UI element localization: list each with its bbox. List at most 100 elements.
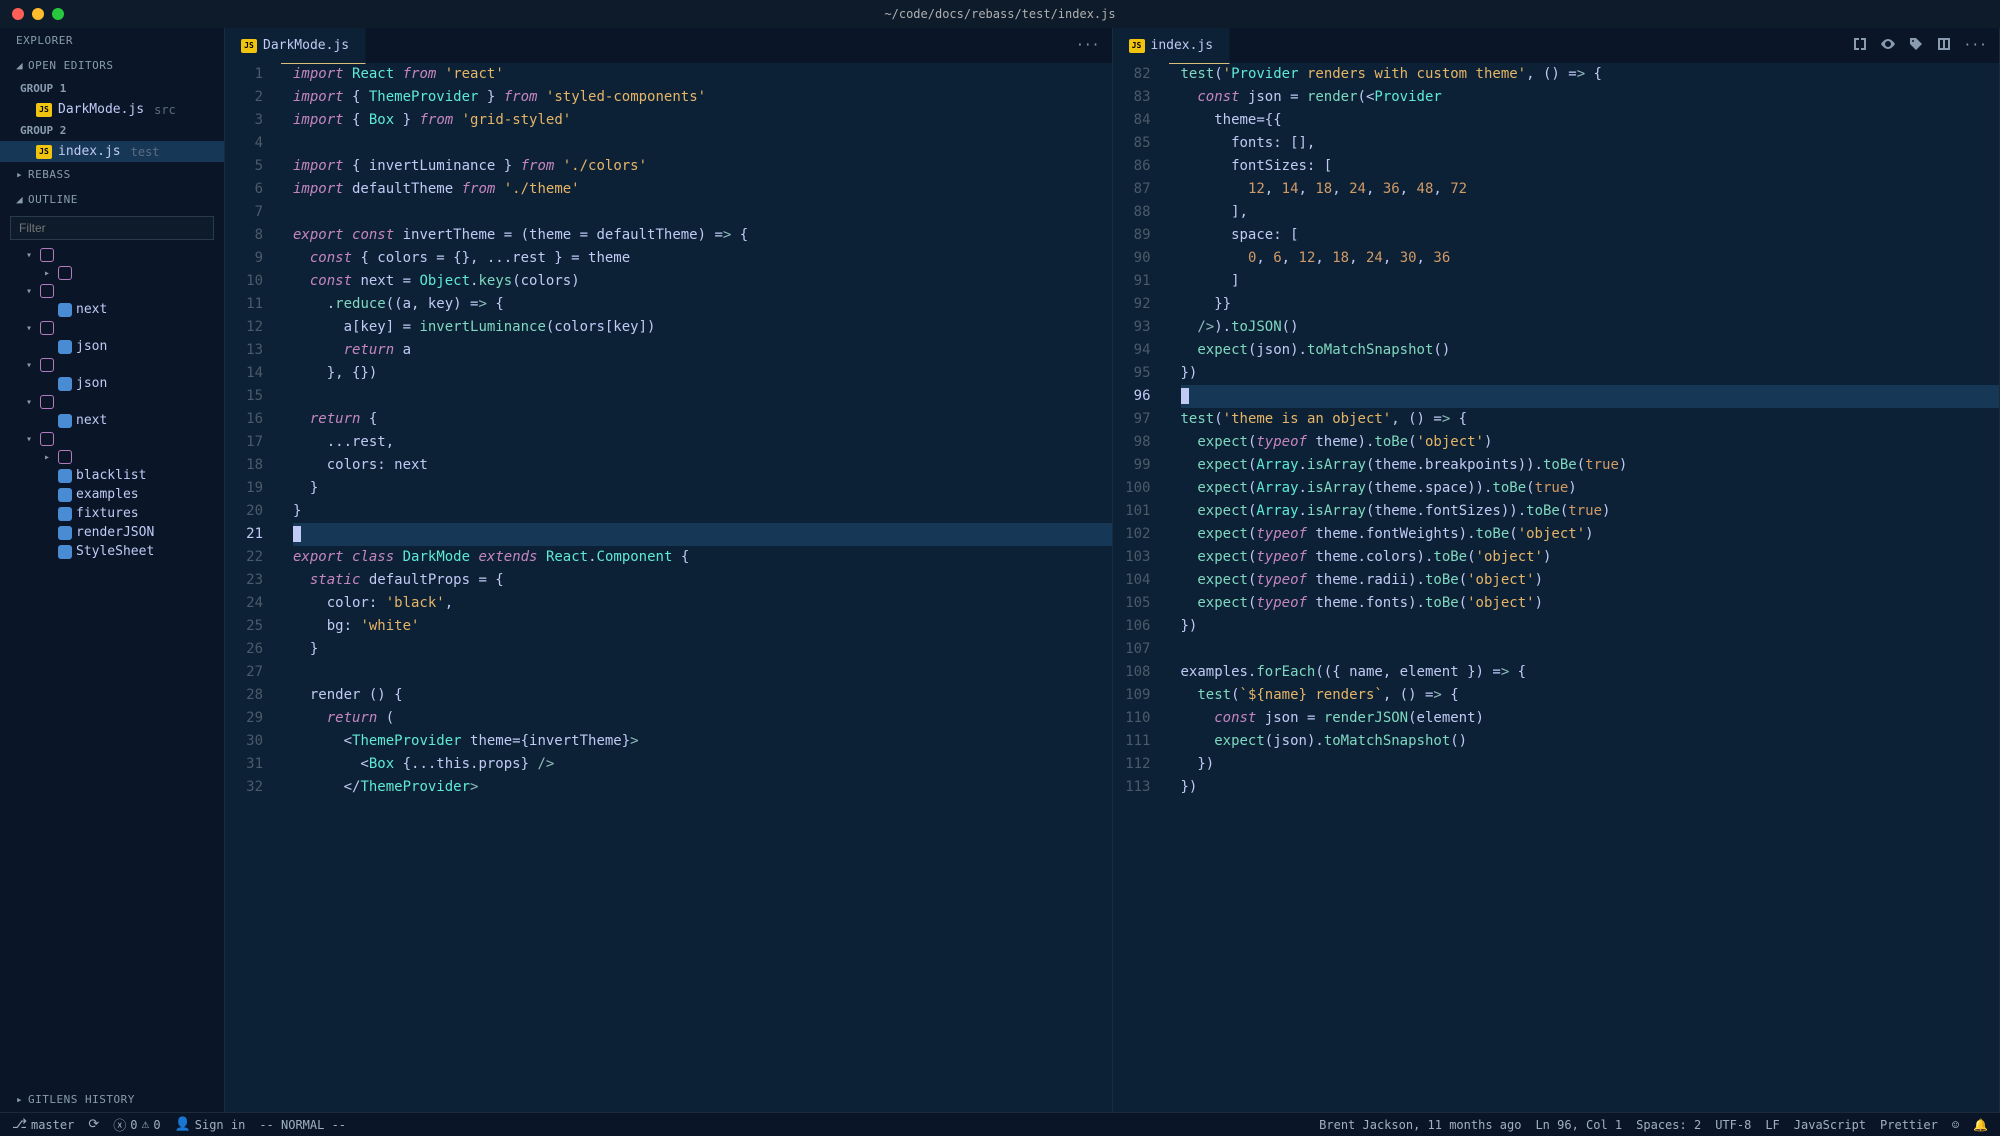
code-editor-left[interactable]: 1234567891011121314151617181920212223242…	[225, 63, 1112, 1112]
js-icon: JS	[241, 39, 257, 53]
variable-symbol-icon	[58, 377, 72, 391]
tab-darkmode[interactable]: JS DarkMode.js	[225, 28, 366, 64]
indent-status[interactable]: Spaces: 2	[1636, 1118, 1701, 1132]
rebass-label: REBASS	[28, 168, 71, 181]
errors-status[interactable]: ⓧ 0 ⚠ 0	[113, 1115, 160, 1134]
outline-label: json	[76, 339, 107, 354]
outline-label: blacklist	[76, 468, 146, 483]
chevron-down-icon: ◢	[16, 59, 24, 72]
function-symbol-icon	[40, 358, 54, 372]
branch-icon: ⎇	[12, 1117, 27, 1132]
sync-button[interactable]: ⟳	[88, 1117, 99, 1132]
file-name: DarkMode.js	[58, 102, 144, 117]
outline-item[interactable]: StyleSheet	[0, 542, 224, 561]
outline-item[interactable]: ▾	[0, 282, 224, 300]
tag-icon[interactable]	[1908, 36, 1924, 56]
code-editor-right[interactable]: 8283848586878889909192939495969798991001…	[1113, 63, 2000, 1112]
variable-symbol-icon	[58, 526, 72, 540]
variable-symbol-icon	[58, 303, 72, 317]
chevron-icon: ▾	[26, 397, 36, 408]
file-path: src	[154, 103, 176, 117]
more-actions-icon[interactable]: ···	[1964, 38, 1987, 53]
window-title: ~/code/docs/rebass/test/index.js	[884, 7, 1115, 21]
outline-item[interactable]: next	[0, 300, 224, 319]
function-symbol-icon	[40, 395, 54, 409]
outline-label: StyleSheet	[76, 544, 154, 559]
language-status[interactable]: JavaScript	[1794, 1118, 1866, 1132]
diff-icon[interactable]	[1852, 36, 1868, 56]
zoom-window-button[interactable]	[52, 8, 64, 20]
outline-item[interactable]: ▾	[0, 430, 224, 448]
git-branch[interactable]: ⎇ master	[12, 1117, 74, 1132]
outline-item[interactable]: blacklist	[0, 466, 224, 485]
function-symbol-icon	[40, 432, 54, 446]
tab-label: DarkMode.js	[263, 38, 349, 53]
js-icon: JS	[1129, 39, 1145, 53]
traffic-lights	[12, 8, 64, 20]
signin-button[interactable]: 👤 Sign in	[175, 1117, 246, 1132]
outline-item[interactable]: json	[0, 374, 224, 393]
warning-icon: ⚠	[142, 1117, 150, 1132]
close-window-button[interactable]	[12, 8, 24, 20]
split-icon[interactable]	[1936, 36, 1952, 56]
more-actions-icon[interactable]: ···	[1076, 38, 1099, 53]
chevron-icon: ▾	[26, 250, 36, 261]
group-2-label: GROUP 2	[0, 120, 224, 141]
tab-index[interactable]: JS index.js	[1113, 28, 1231, 64]
gitlens-header[interactable]: ▸ GITLENS HISTORY	[0, 1087, 224, 1112]
chevron-icon: ▾	[26, 323, 36, 334]
explorer-label: EXPLORER	[16, 34, 73, 47]
outline-item[interactable]: json	[0, 337, 224, 356]
outline-item[interactable]: ▾	[0, 356, 224, 374]
variable-symbol-icon	[58, 414, 72, 428]
outline-label: json	[76, 376, 107, 391]
tab-bar-right: JS index.js	[1113, 28, 2000, 63]
tab-bar-left: JS DarkMode.js ···	[225, 28, 1112, 63]
outline-item[interactable]: ▸	[0, 264, 224, 282]
editor-pane-right: JS index.js	[1113, 28, 2000, 1112]
file-name: index.js	[58, 144, 121, 159]
function-symbol-icon	[40, 321, 54, 335]
open-editor-file-2[interactable]: JS index.js test	[0, 141, 224, 162]
titlebar: ~/code/docs/rebass/test/index.js	[0, 0, 2000, 28]
minimize-window-button[interactable]	[32, 8, 44, 20]
editor-actions-right: ···	[1840, 28, 1999, 63]
outline-item[interactable]: ▾	[0, 393, 224, 411]
explorer-header[interactable]: EXPLORER	[0, 28, 224, 53]
open-editor-file-1[interactable]: JS DarkMode.js src	[0, 99, 224, 120]
bell-icon[interactable]: 🔔	[1973, 1118, 1988, 1132]
outline-item[interactable]: fixtures	[0, 504, 224, 523]
file-path: test	[131, 145, 160, 159]
outline-item[interactable]: ▾	[0, 246, 224, 264]
outline-item[interactable]: ▾	[0, 319, 224, 337]
js-icon: JS	[36, 145, 52, 159]
outline-label: next	[76, 302, 107, 317]
function-symbol-icon	[58, 266, 72, 280]
error-icon: ⓧ	[113, 1115, 126, 1134]
prettier-status[interactable]: Prettier	[1880, 1118, 1938, 1132]
variable-symbol-icon	[58, 545, 72, 559]
outline-label: OUTLINE	[28, 193, 78, 206]
outline-filter-input[interactable]	[10, 216, 214, 240]
outline-item[interactable]: next	[0, 411, 224, 430]
sync-icon: ⟳	[88, 1117, 99, 1132]
eol-status[interactable]: LF	[1765, 1118, 1779, 1132]
tab-label: index.js	[1151, 38, 1214, 53]
chevron-icon: ▾	[26, 360, 36, 371]
feedback-icon[interactable]: ☺	[1952, 1118, 1959, 1132]
cursor-position[interactable]: Ln 96, Col 1	[1535, 1118, 1622, 1132]
group-1-label: GROUP 1	[0, 78, 224, 99]
open-editors-header[interactable]: ◢ OPEN EDITORS	[0, 53, 224, 78]
outline-label: fixtures	[76, 506, 139, 521]
eye-icon[interactable]	[1880, 36, 1896, 56]
chevron-icon: ▾	[26, 286, 36, 297]
encoding-status[interactable]: UTF-8	[1715, 1118, 1751, 1132]
outline-label: next	[76, 413, 107, 428]
user-icon: 👤	[175, 1117, 191, 1132]
git-blame[interactable]: Brent Jackson, 11 months ago	[1319, 1118, 1521, 1132]
outline-item[interactable]: ▸	[0, 448, 224, 466]
outline-header[interactable]: ◢ OUTLINE	[0, 187, 224, 212]
outline-item[interactable]: examples	[0, 485, 224, 504]
rebass-header[interactable]: ▸ REBASS	[0, 162, 224, 187]
outline-item[interactable]: renderJSON	[0, 523, 224, 542]
